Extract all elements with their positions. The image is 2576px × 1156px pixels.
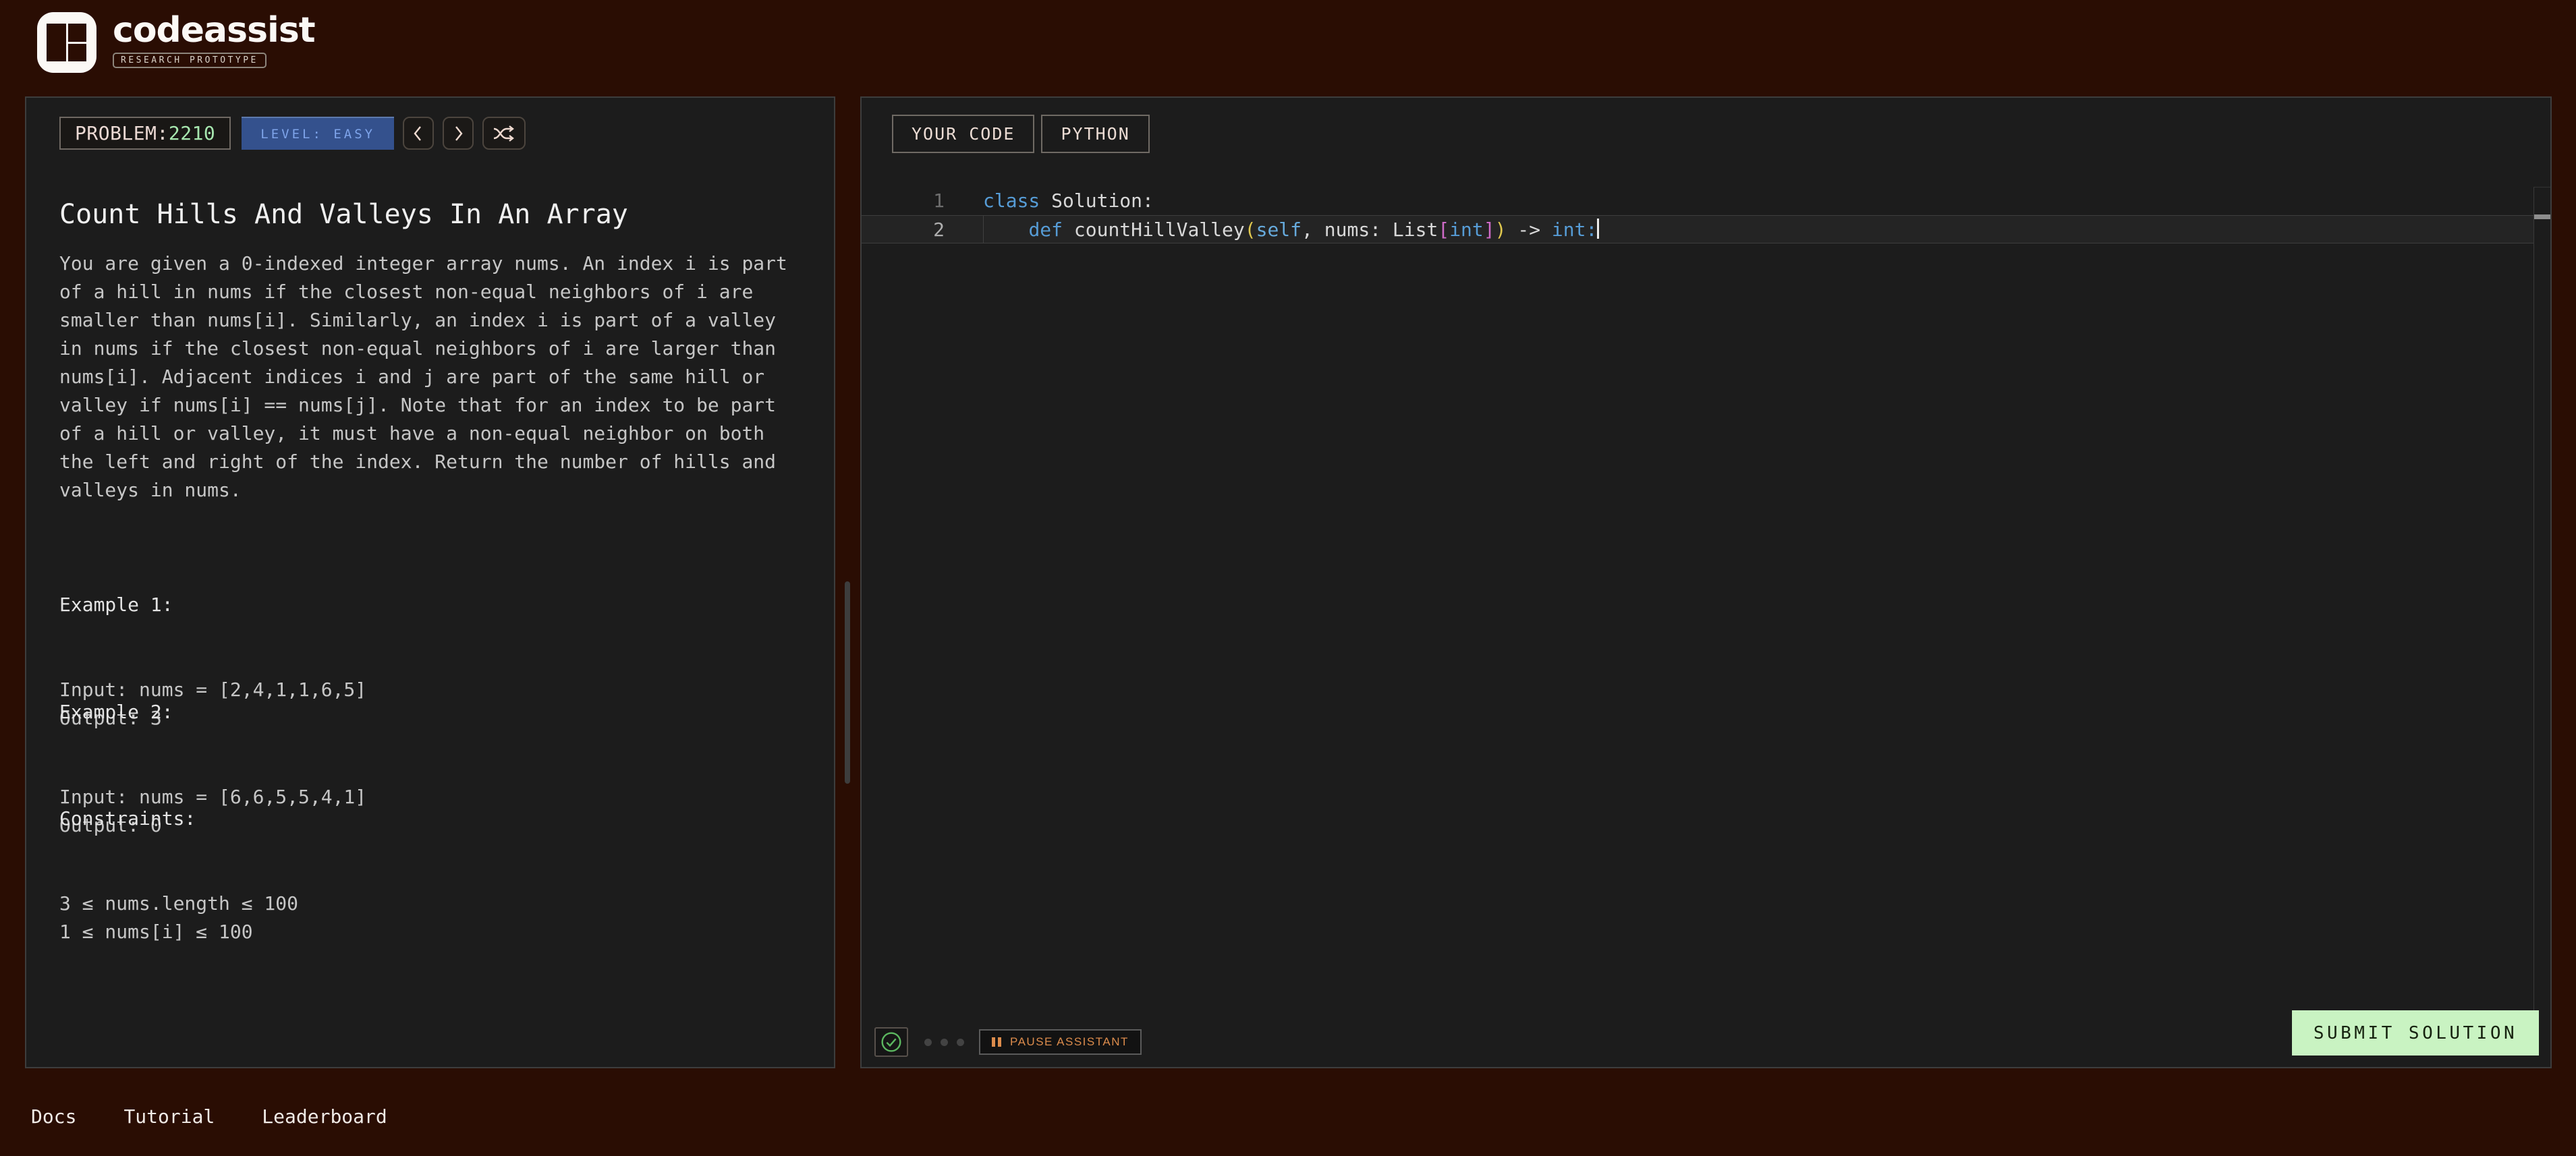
minimap-thumb[interactable] [2534,214,2550,219]
random-problem-button[interactable] [482,117,526,150]
code-token: def [1028,219,1063,241]
problem-id-box: PROBLEM:2210 [59,117,231,150]
code-editor-panel: YOUR CODE PYTHON 1 class Solution: 2 def … [860,96,2552,1068]
problem-title: Count Hills And Valleys In An Array [59,199,628,230]
constraints-header: Constraints: [59,805,298,833]
example-2-header: Example 2: [59,698,366,726]
app-logo-text: codeassist [113,11,315,50]
dot-icon [924,1039,932,1046]
logo-text-group: codeassist RESEARCH PROTOTYPE [113,12,315,73]
problem-label: PROBLEM: [75,122,169,144]
code-editor[interactable]: 1 class Solution: 2 def countHillValley(s… [862,187,2533,243]
code-token: ] [1484,219,1495,241]
footer-link-leaderboard[interactable]: Leaderboard [262,1105,387,1128]
constraints-body: 3 ≤ nums.length ≤ 100 1 ≤ nums[i] ≤ 100 [59,890,298,946]
problem-panel: PROBLEM:2210 LEVEL: EASY Count Hills And… [25,96,835,1068]
editor-tabs: YOUR CODE PYTHON [892,115,1150,153]
editor-minimap[interactable] [2533,187,2550,1014]
code-token: ( [1245,219,1256,241]
submit-solution-button[interactable]: SUBMIT SOLUTION [2292,1010,2539,1056]
next-problem-button[interactable] [443,117,474,150]
tab-your-code[interactable]: YOUR CODE [892,115,1034,153]
code-token: , nums: List [1301,219,1438,241]
chevron-left-icon [411,125,426,142]
editor-statusbar: PAUSE ASSISTANT [874,1027,1142,1057]
problem-header: PROBLEM:2210 LEVEL: EASY [59,117,526,150]
problem-description: You are given a 0-indexed integer array … [59,250,787,504]
footer-nav: Docs Tutorial Leaderboard [31,1105,387,1128]
code-token: ) [1495,219,1507,241]
code-token: int: [1552,219,1597,241]
code-token [983,219,1028,241]
code-token: -> [1506,219,1551,241]
footer-link-docs[interactable]: Docs [31,1105,76,1128]
pause-icon [992,1037,1001,1047]
shuffle-icon [493,125,515,142]
code-token: countHillValley [1063,219,1245,241]
prev-problem-button[interactable] [403,117,434,150]
assistant-typing-indicator [924,1039,964,1046]
constraints-block: Constraints: 3 ≤ nums.length ≤ 100 1 ≤ n… [59,748,298,1003]
code-token: [ [1438,219,1449,241]
level-badge: LEVEL: EASY [242,117,394,150]
assistant-status-button[interactable] [874,1027,908,1057]
code-token: int [1449,219,1484,241]
research-prototype-badge: RESEARCH PROTOTYPE [113,53,267,68]
pause-assistant-label: PAUSE ASSISTANT [1010,1035,1129,1049]
tab-python[interactable]: PYTHON [1041,115,1149,153]
code-line-2-active[interactable]: 2 def countHillValley(self, nums: List[i… [862,215,2533,243]
line-number-2: 2 [862,216,945,243]
problem-panel-scrollbar[interactable] [845,581,850,784]
indent-guide [983,216,984,243]
problem-number: 2210 [169,122,215,144]
code-token: self [1256,219,1301,241]
footer-link-tutorial[interactable]: Tutorial [123,1105,215,1128]
pause-assistant-button[interactable]: PAUSE ASSISTANT [979,1029,1142,1055]
line-number-1: 1 [862,187,945,215]
app-header: codeassist RESEARCH PROTOTYPE [37,12,315,73]
dot-icon [957,1039,964,1046]
chevron-right-icon [451,125,466,142]
example-1-header: Example 1: [59,591,366,619]
dot-icon [941,1039,948,1046]
code-token: class [983,190,1040,212]
codeassist-logo-icon [37,12,96,73]
code-line-1[interactable]: 1 class Solution: [862,187,2533,215]
circle-check-icon [880,1031,902,1053]
code-token: Solution: [1040,190,1154,212]
text-cursor [1597,219,1599,239]
